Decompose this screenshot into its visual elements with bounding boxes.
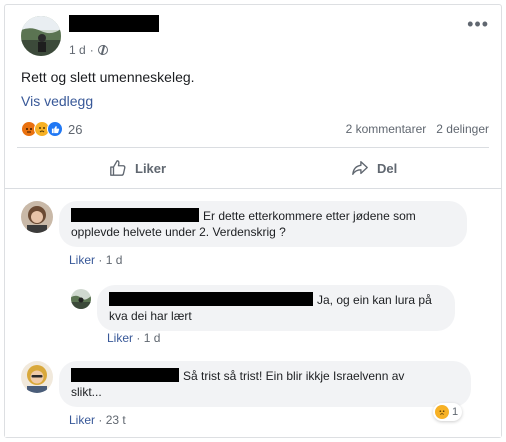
- comment-text-line2: slikt...: [71, 385, 102, 399]
- share-button[interactable]: Del: [351, 159, 397, 177]
- comment-time[interactable]: 1 d: [106, 253, 123, 267]
- reply-avatar[interactable]: [71, 289, 91, 309]
- shares-count[interactable]: 2 delinger: [436, 122, 489, 136]
- comment-text-line1: Så trist så trist! Ein blir ikkje Israel…: [183, 369, 405, 383]
- divider: [17, 147, 489, 148]
- globe-icon: [97, 45, 108, 55]
- comment-like-link[interactable]: Liker: [69, 253, 95, 267]
- commenter-name-redacted: [71, 208, 199, 222]
- like-reaction-icon: [47, 121, 63, 137]
- post-meta: 1 d ·: [69, 43, 108, 57]
- engagement-counts: 2 kommentarer 2 delinger: [346, 122, 489, 136]
- reply-text-line1: Ja, og ein kan lura på: [317, 293, 432, 307]
- sad-reaction-icon: [435, 405, 449, 419]
- author-avatar[interactable]: [21, 16, 61, 56]
- share-button-label: Del: [377, 160, 398, 176]
- comment-actions: Liker · 23 t: [69, 413, 126, 427]
- comment-like-link[interactable]: Liker: [69, 413, 95, 427]
- reply-name-redacted: [109, 292, 313, 306]
- comment-bubble: Er dette etterkommere etter jødene som o…: [59, 201, 467, 247]
- comment-text-line1: Er dette etterkommere etter jødene som: [203, 209, 416, 223]
- reply-bubble: Ja, og ein kan lura på kva dei har lært: [97, 285, 455, 331]
- comment-text-line2: opplevde helvete under 2. Verdenskrig ?: [71, 225, 286, 239]
- comment-reaction-badge[interactable]: 1: [433, 403, 463, 421]
- commenter-name-redacted: [71, 368, 179, 382]
- reply-text-line2: kva dei har lært: [109, 309, 192, 323]
- more-icon[interactable]: •••: [467, 15, 489, 33]
- commenter-avatar[interactable]: [21, 201, 53, 233]
- comment-actions: Liker · 1 d: [69, 253, 123, 267]
- reply-actions: Liker · 1 d: [107, 331, 161, 345]
- like-button[interactable]: Liker: [109, 159, 166, 177]
- commenter-avatar[interactable]: [21, 361, 53, 393]
- author-name-redacted: [69, 15, 159, 32]
- like-button-label: Liker: [135, 160, 167, 176]
- reaction-summary[interactable]: 26: [21, 121, 82, 137]
- post-time[interactable]: 1 d: [69, 43, 86, 57]
- comments-count[interactable]: 2 kommentarer: [346, 122, 427, 136]
- comment-bubble: Så trist så trist! Ein blir ikkje Israel…: [59, 361, 471, 407]
- comments-section: Er dette etterkommere etter jødene som o…: [5, 188, 501, 437]
- reply-time[interactable]: 1 d: [144, 331, 161, 345]
- post-text: Rett og slett umenneskeleg.: [21, 69, 195, 85]
- share-icon: [352, 161, 368, 175]
- comment-time[interactable]: 23 t: [106, 413, 126, 427]
- reply-like-link[interactable]: Liker: [107, 331, 133, 345]
- post-card: 1 d · ••• Rett og slett umenneskeleg. Vi…: [4, 4, 502, 438]
- attachment-link[interactable]: Vis vedlegg: [21, 93, 93, 109]
- comment-reaction-count: 1: [452, 406, 459, 418]
- reaction-count: 26: [68, 121, 83, 137]
- thumbs-up-icon: [110, 160, 126, 176]
